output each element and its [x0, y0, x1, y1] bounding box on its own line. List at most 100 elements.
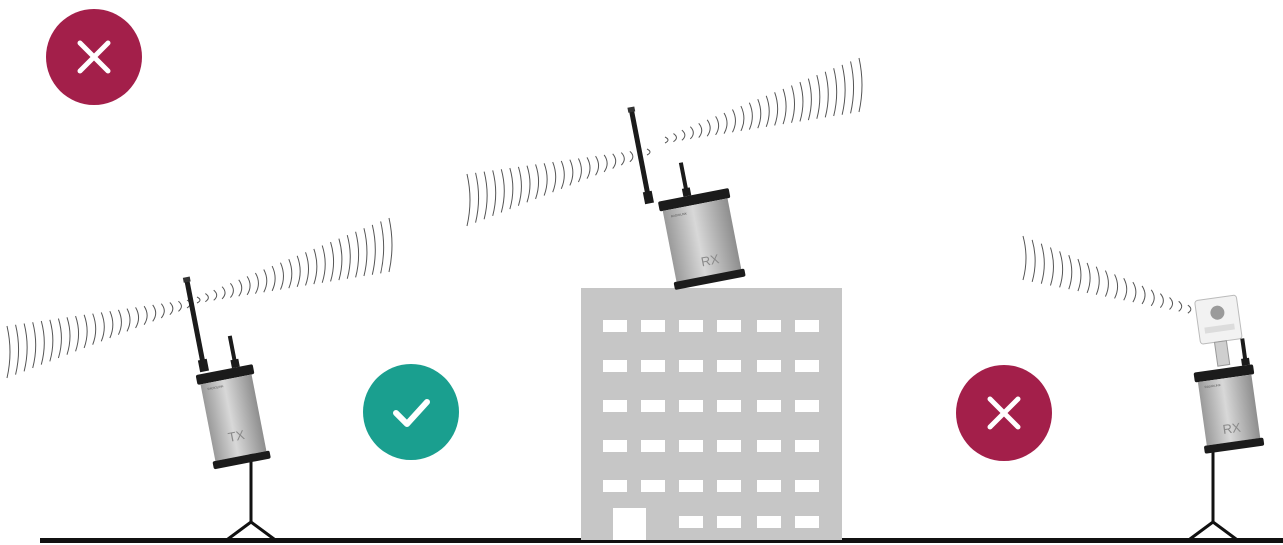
building-window [717, 516, 741, 528]
signal-arc [1049, 247, 1054, 286]
signal-arc [483, 171, 488, 220]
signal-arc [1104, 270, 1109, 297]
building [581, 288, 842, 540]
building-window [603, 480, 627, 492]
signal-arc [586, 157, 591, 179]
building-window [795, 320, 819, 332]
main-antenna [184, 278, 207, 368]
signal-arc [160, 303, 165, 319]
signal-arc [715, 116, 720, 136]
signal-arc [732, 109, 736, 133]
signal-arc [824, 71, 829, 118]
signal-arc [371, 224, 376, 275]
signal-arc [791, 85, 796, 123]
signal-arc [526, 165, 531, 203]
signal-arc [517, 166, 522, 206]
signal-arc [689, 126, 694, 140]
signal-arc [1123, 278, 1128, 301]
status-badge-fail-top [46, 9, 142, 105]
signal-arc [858, 57, 863, 113]
building-window [679, 400, 703, 412]
signal-arc [1095, 266, 1100, 295]
signal-arc [1059, 251, 1064, 288]
signal-arc [782, 88, 787, 125]
rx-device-rooftop: RADIOLINK RX [627, 106, 746, 290]
signal-arc [816, 75, 821, 119]
signal-arc [388, 217, 393, 273]
signal-arc [263, 269, 268, 293]
building-window [757, 320, 781, 332]
building-window [757, 516, 781, 528]
signal-arc [664, 136, 669, 144]
building-window [795, 360, 819, 372]
signal-arc [1141, 285, 1146, 305]
signal-arc [1068, 255, 1073, 290]
signal-arc [213, 289, 218, 301]
signal-arc [475, 172, 480, 223]
building-window [603, 360, 627, 372]
signal-arc [681, 129, 686, 141]
building-window [717, 360, 741, 372]
signal-arc [280, 262, 284, 290]
signal-arc [1114, 274, 1119, 299]
signal-arc [49, 319, 54, 362]
signal-arc [603, 154, 608, 173]
device-body [662, 198, 742, 284]
signal-arc [66, 317, 71, 355]
signal-arc [152, 304, 157, 322]
signal-arc [75, 315, 80, 352]
signal-arc [83, 314, 88, 349]
building-window [795, 440, 819, 452]
signal-arc [305, 252, 310, 286]
signal-arc [577, 158, 582, 183]
signal-arc [23, 323, 28, 372]
signal-arc [560, 160, 565, 190]
signal-arc [221, 286, 226, 300]
device-label: TX [227, 427, 246, 445]
signal-arc [100, 312, 105, 342]
tripod [1188, 450, 1238, 541]
signal-arc [126, 308, 131, 332]
building-window [679, 360, 703, 372]
signal-arc [500, 169, 505, 213]
building-window [757, 360, 781, 372]
signal-arc [673, 133, 677, 143]
signal-arc [363, 228, 368, 277]
signal-arc [205, 293, 209, 303]
signal-arc [321, 245, 326, 283]
signal-arc [338, 238, 343, 281]
signal-arc [757, 99, 762, 129]
signal-arc [1077, 258, 1082, 292]
building-window [679, 320, 703, 332]
signal-arc [1159, 293, 1164, 308]
building-window [641, 480, 665, 492]
building-window [679, 440, 703, 452]
signal-arc [169, 302, 174, 316]
signal-arc [246, 276, 251, 296]
signal-arc [698, 122, 703, 138]
signal-arc [612, 153, 617, 169]
signal-arc [178, 300, 182, 312]
signal-arc [40, 320, 45, 365]
signal-arc [552, 161, 557, 193]
building-door [613, 508, 646, 540]
building-window [679, 516, 703, 528]
building-window [641, 440, 665, 452]
signal-arc [799, 81, 804, 122]
building-window [641, 320, 665, 332]
signal-arc [748, 102, 753, 130]
rx-device-tripod: RADIOLINK RX [1188, 294, 1265, 541]
building-window [717, 400, 741, 412]
building-window [757, 400, 781, 412]
building-window [757, 440, 781, 452]
building-window [795, 516, 819, 528]
building-window [795, 480, 819, 492]
building-window [641, 360, 665, 372]
signal-arc [833, 68, 838, 117]
signal-arc [807, 78, 812, 121]
signal-arc [346, 235, 351, 279]
signal-arc [109, 310, 114, 339]
signal-arc [238, 279, 243, 297]
signal-arc [255, 272, 259, 294]
building-window [717, 320, 741, 332]
